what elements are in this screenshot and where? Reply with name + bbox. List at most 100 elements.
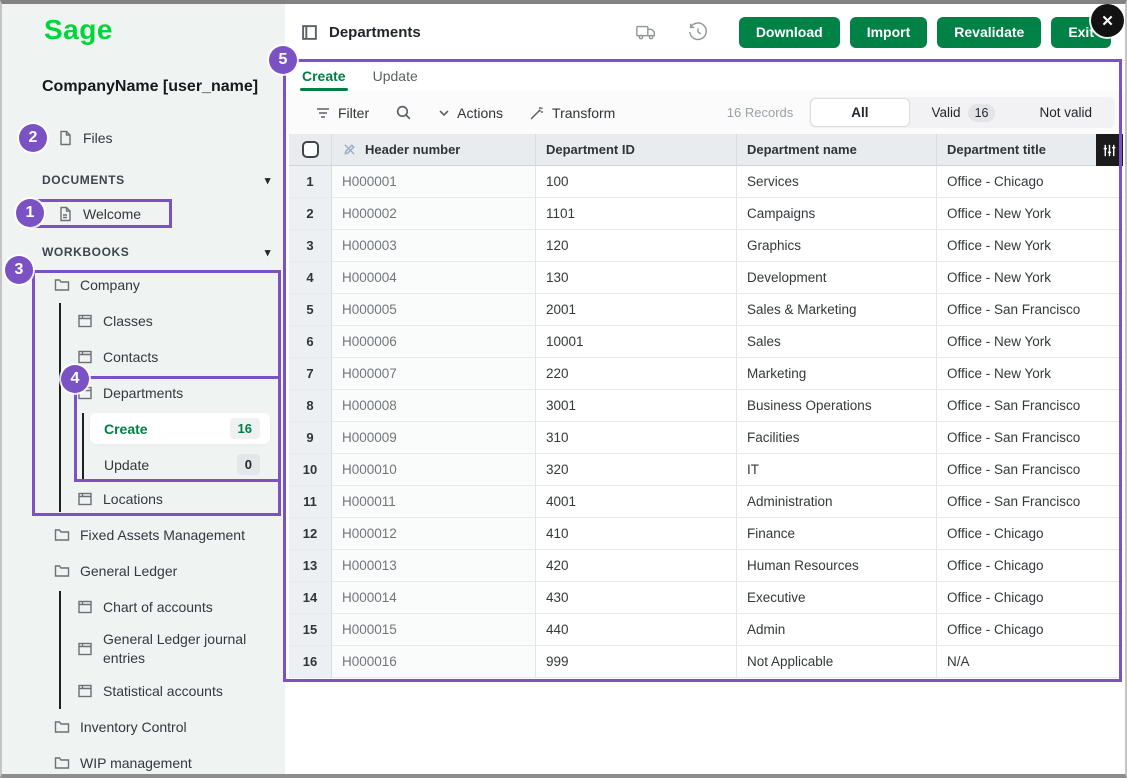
cell-header-number[interactable]: H000013 [332,550,536,582]
cell-header-number[interactable]: H000008 [332,390,536,422]
filter-button[interactable]: Filter [315,105,369,121]
cell-department-id[interactable]: 3001 [536,390,737,422]
cell-department-title[interactable]: Office - New York [937,198,1123,230]
cell-header-number[interactable]: H000006 [332,326,536,358]
cell-department-name[interactable]: Services [737,166,937,198]
cell-department-id[interactable]: 310 [536,422,737,454]
cell-header-number[interactable]: H000003 [332,230,536,262]
close-button[interactable]: ✕ [1091,4,1124,37]
cell-department-id[interactable]: 440 [536,614,737,646]
cell-department-name[interactable]: Facilities [737,422,937,454]
import-button[interactable]: Import [850,17,928,48]
cell-department-id[interactable]: 2001 [536,294,737,326]
cell-department-title[interactable]: Office - San Francisco [937,486,1123,518]
cell-header-number[interactable]: H000016 [332,646,536,678]
cell-department-id[interactable]: 320 [536,454,737,486]
cell-department-title[interactable]: Office - New York [937,326,1123,358]
cell-department-id[interactable]: 999 [536,646,737,678]
column-header-header-number[interactable]: Header number [332,134,536,166]
cell-department-name[interactable]: Sales & Marketing [737,294,937,326]
revalidate-button[interactable]: Revalidate [937,17,1041,48]
tab-update[interactable]: Update [373,61,418,91]
cell-header-number[interactable]: H000011 [332,486,536,518]
download-button[interactable]: Download [739,17,840,48]
cell-department-title[interactable]: N/A [937,646,1123,678]
cell-department-title[interactable]: Office - San Francisco [937,454,1123,486]
column-header-department-name[interactable]: Department name [737,134,937,166]
cell-department-title[interactable]: Office - New York [937,262,1123,294]
cell-department-title[interactable]: Office - San Francisco [937,422,1123,454]
cell-department-name[interactable]: Finance [737,518,937,550]
segment-valid[interactable]: Valid 16 [910,98,1018,127]
cell-department-title[interactable]: Office - Chicago [937,166,1123,198]
sidebar-item-locations[interactable]: Locations [77,485,163,513]
cell-department-name[interactable]: Development [737,262,937,294]
cell-department-id[interactable]: 4001 [536,486,737,518]
cell-header-number[interactable]: H000005 [332,294,536,326]
history-icon[interactable] [687,21,709,43]
sidebar-item-create[interactable]: Create 16 [90,413,270,444]
select-all-checkbox[interactable] [302,141,319,158]
cell-department-name[interactable]: Graphics [737,230,937,262]
cell-header-number[interactable]: H000001 [332,166,536,198]
cell-department-name[interactable]: Not Applicable [737,646,937,678]
sidebar-item-welcome[interactable]: Welcome [57,200,141,228]
sidebar-item-contacts[interactable]: Contacts [77,343,158,371]
sidebar-item-wip-management[interactable]: WIP management [54,749,192,777]
documents-section-header[interactable]: DOCUMENTS ▾ [42,170,271,190]
cell-header-number[interactable]: H000014 [332,582,536,614]
cell-department-name[interactable]: Administration [737,486,937,518]
sidebar-item-classes[interactable]: Classes [77,307,153,335]
sidebar-item-general-ledger[interactable]: General Ledger [54,557,177,585]
cell-department-name[interactable]: Sales [737,326,937,358]
cell-header-number[interactable]: H000015 [332,614,536,646]
workbooks-section-header[interactable]: WORKBOOKS ▾ [42,242,271,262]
sidebar-item-files[interactable]: Files [57,124,113,152]
cell-header-number[interactable]: H000004 [332,262,536,294]
sidebar-item-fixed-assets[interactable]: Fixed Assets Management [54,521,245,549]
tab-create[interactable]: Create [302,61,346,91]
caret-down-icon[interactable]: ▾ [265,246,271,259]
segment-all[interactable]: All [810,98,909,127]
sidebar-item-departments[interactable]: Departments [77,379,183,407]
cell-department-title[interactable]: Office - San Francisco [937,390,1123,422]
cell-department-title[interactable]: Office - Chicago [937,550,1123,582]
search-button[interactable] [395,104,412,121]
cell-department-id[interactable]: 410 [536,518,737,550]
caret-down-icon[interactable]: ▾ [265,174,271,187]
cell-department-id[interactable]: 10001 [536,326,737,358]
cell-department-name[interactable]: Business Operations [737,390,937,422]
cell-department-id[interactable]: 100 [536,166,737,198]
sidebar-item-gl-journal-entries[interactable]: General Ledger journal entries [77,629,267,669]
column-settings-button[interactable] [1096,134,1123,166]
cell-department-title[interactable]: Office - Chicago [937,614,1123,646]
cell-header-number[interactable]: H000007 [332,358,536,390]
cell-department-title[interactable]: Office - Chicago [937,582,1123,614]
cell-department-name[interactable]: Campaigns [737,198,937,230]
cell-header-number[interactable]: H000010 [332,454,536,486]
segment-not-valid[interactable]: Not valid [1017,98,1114,127]
cell-department-title[interactable]: Office - New York [937,358,1123,390]
cell-department-id[interactable]: 430 [536,582,737,614]
cell-department-title[interactable]: Office - New York [937,230,1123,262]
cell-department-name[interactable]: Executive [737,582,937,614]
sidebar-item-chart-of-accounts[interactable]: Chart of accounts [77,593,213,621]
cell-header-number[interactable]: H000012 [332,518,536,550]
cell-department-id[interactable]: 1101 [536,198,737,230]
cell-department-id[interactable]: 220 [536,358,737,390]
cell-department-name[interactable]: Admin [737,614,937,646]
cell-department-name[interactable]: Marketing [737,358,937,390]
sidebar-item-statistical-accounts[interactable]: Statistical accounts [77,677,223,705]
sidebar-item-update[interactable]: Update 0 [90,449,270,480]
cell-header-number[interactable]: H000009 [332,422,536,454]
cell-department-name[interactable]: Human Resources [737,550,937,582]
cell-department-title[interactable]: Office - San Francisco [937,294,1123,326]
truck-icon[interactable] [635,21,657,43]
cell-department-id[interactable]: 420 [536,550,737,582]
actions-menu-button[interactable]: Actions [438,105,503,121]
cell-department-id[interactable]: 130 [536,262,737,294]
cell-department-title[interactable]: Office - Chicago [937,518,1123,550]
column-header-department-id[interactable]: Department ID [536,134,737,166]
sidebar-item-inventory-control[interactable]: Inventory Control [54,713,187,741]
cell-department-name[interactable]: IT [737,454,937,486]
